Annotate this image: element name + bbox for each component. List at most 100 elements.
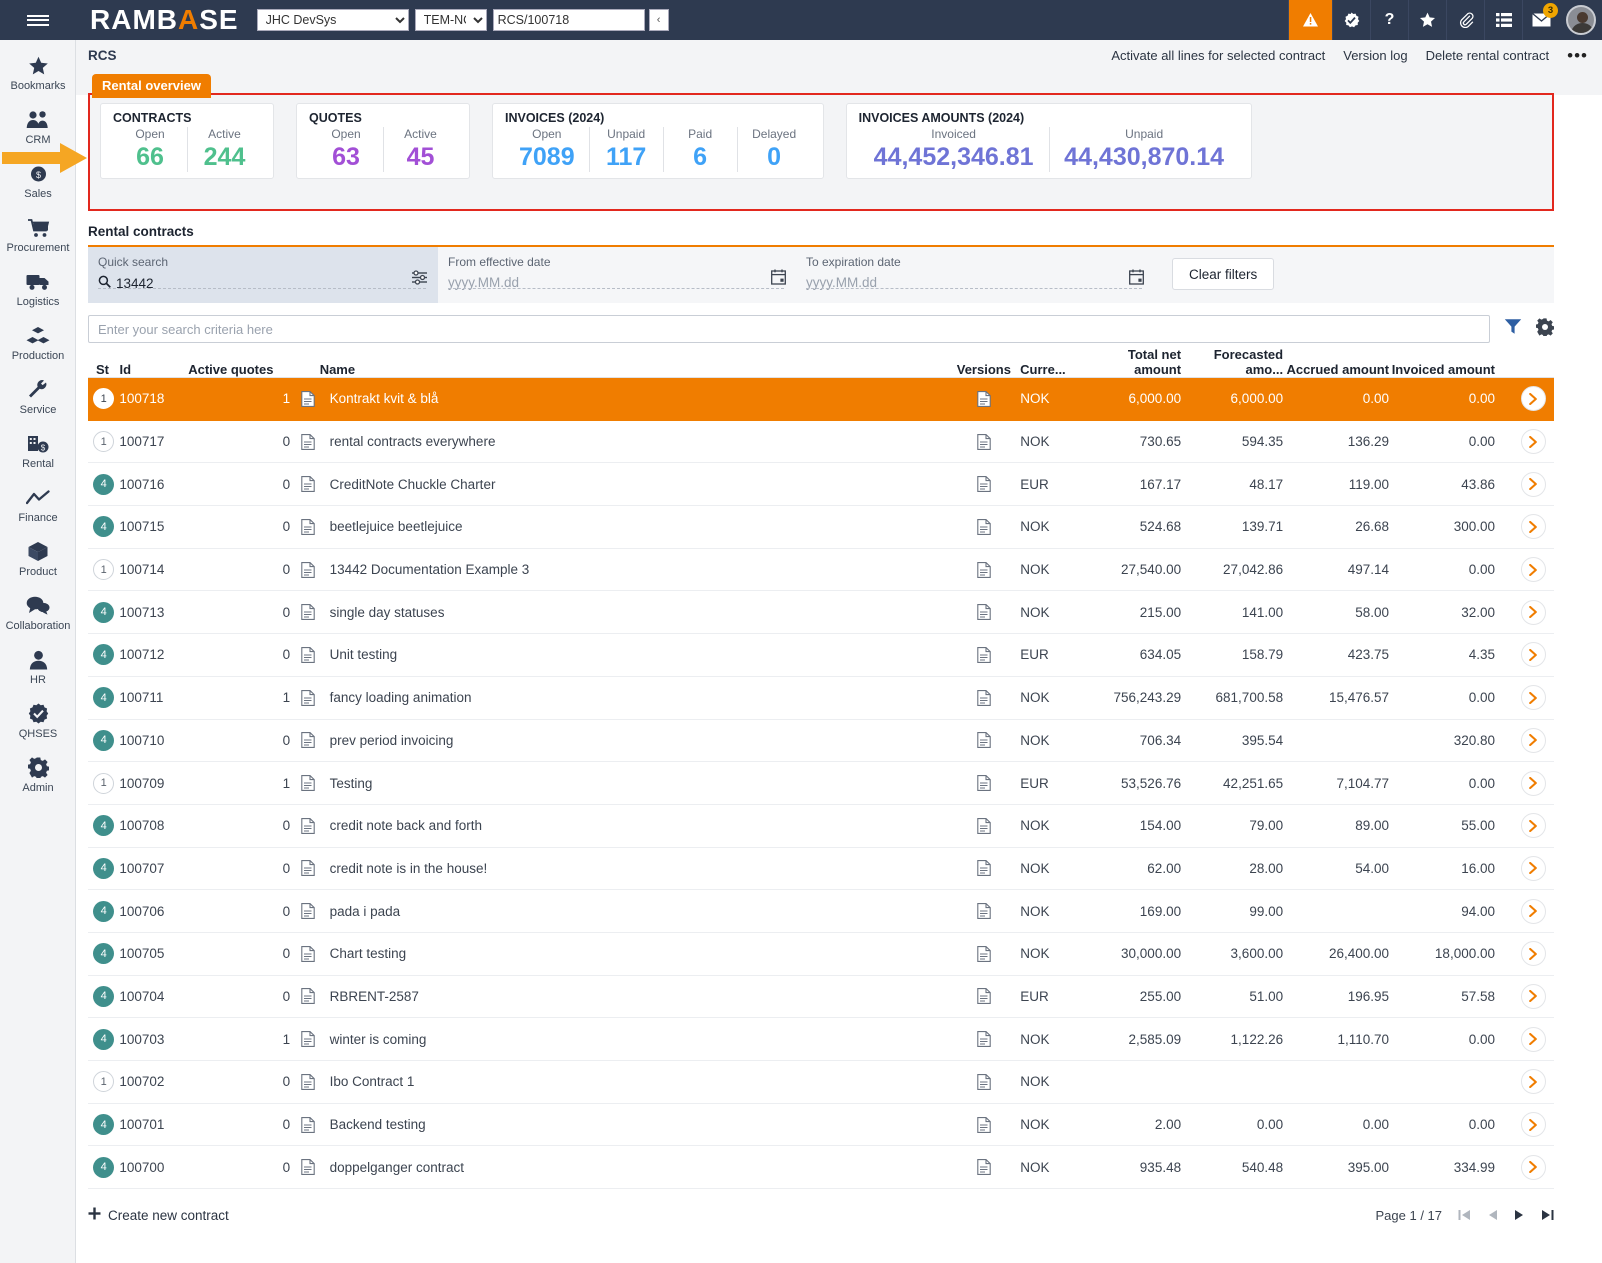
row-name[interactable]: credit note is in the house! <box>320 861 948 876</box>
row-name[interactable]: rental contracts everywhere <box>320 434 948 449</box>
row-id[interactable]: 100716 <box>119 477 188 492</box>
row-name[interactable]: RBRENT-2587 <box>320 989 948 1004</box>
versions-icon[interactable] <box>948 434 1021 450</box>
row-name[interactable]: Chart testing <box>320 946 948 961</box>
more-options-icon[interactable]: ••• <box>1567 52 1588 60</box>
document-icon[interactable] <box>296 903 320 919</box>
row-name[interactable]: 13442 Documentation Example 3 <box>320 562 948 577</box>
open-row-arrow-icon[interactable] <box>1521 429 1546 454</box>
table-row[interactable]: 41007150beetlejuice beetlejuiceNOK524.68… <box>88 506 1554 549</box>
sidebar-item-bookmarks[interactable]: Bookmarks <box>0 46 76 100</box>
open-row-arrow-icon[interactable] <box>1521 984 1546 1009</box>
table-row[interactable]: 11007020Ibo Contract 1NOK <box>88 1061 1554 1104</box>
document-icon[interactable] <box>296 690 320 706</box>
hamburger-menu-icon[interactable] <box>0 0 76 40</box>
versions-icon[interactable] <box>948 690 1021 706</box>
sidebar-item-admin[interactable]: Admin <box>0 748 76 802</box>
versions-icon[interactable] <box>948 988 1021 1004</box>
version-log-link[interactable]: Version log <box>1343 48 1407 63</box>
row-name[interactable]: Testing <box>320 776 948 791</box>
table-row[interactable]: 41007010Backend testingNOK2.000.000.000.… <box>88 1104 1554 1147</box>
calendar-icon[interactable] <box>771 269 786 290</box>
open-row-arrow-icon[interactable] <box>1521 642 1546 667</box>
search-input[interactable] <box>88 315 1490 343</box>
versions-icon[interactable] <box>948 519 1021 535</box>
table-row[interactable]: 41007040RBRENT-2587EUR255.0051.00196.955… <box>88 976 1554 1019</box>
table-row[interactable]: 41007130single day statusesNOK215.00141.… <box>88 591 1554 634</box>
row-id[interactable]: 100707 <box>119 861 188 876</box>
row-id[interactable]: 100704 <box>119 989 188 1004</box>
row-id[interactable]: 100717 <box>119 434 188 449</box>
row-id[interactable]: 100705 <box>119 946 188 961</box>
versions-icon[interactable] <box>948 775 1021 791</box>
open-row-arrow-icon[interactable] <box>1521 1112 1546 1137</box>
kpi-metric-quotes-open[interactable]: Open 63 <box>309 127 383 172</box>
kpi-metric-invoices-paid[interactable]: Paid 6 <box>663 127 737 172</box>
row-id[interactable]: 100700 <box>119 1160 188 1175</box>
sidebar-item-product[interactable]: Product <box>0 532 76 586</box>
sidebar-item-finance[interactable]: Finance <box>0 478 76 532</box>
open-row-arrow-icon[interactable] <box>1521 728 1546 753</box>
versions-icon[interactable] <box>948 860 1021 876</box>
delete-rental-contract-link[interactable]: Delete rental contract <box>1426 48 1550 63</box>
verified-icon[interactable] <box>1332 0 1370 40</box>
table-row[interactable]: 41007050Chart testingNOK30,000.003,600.0… <box>88 933 1554 976</box>
document-icon[interactable] <box>296 1159 320 1175</box>
column-header-invoiced-amount[interactable]: Invoiced amount <box>1389 362 1495 377</box>
document-icon[interactable] <box>296 860 320 876</box>
table-row[interactable]: 41007000doppelganger contractNOK935.4854… <box>88 1146 1554 1189</box>
column-header-id[interactable]: Id <box>120 362 189 377</box>
row-name[interactable]: pada i pada <box>320 904 948 919</box>
document-icon[interactable] <box>296 732 320 748</box>
gear-icon[interactable] <box>1536 318 1554 341</box>
row-name[interactable]: Ibo Contract 1 <box>320 1074 948 1089</box>
kpi-metric-contracts-open[interactable]: Open 66 <box>113 127 187 172</box>
row-id[interactable]: 100712 <box>119 647 188 662</box>
sidebar-item-production[interactable]: Production <box>0 316 76 370</box>
table-row[interactable]: 41007120Unit testingEUR634.05158.79423.7… <box>88 634 1554 677</box>
versions-icon[interactable] <box>948 604 1021 620</box>
document-icon[interactable] <box>296 519 320 535</box>
sidebar-item-procurement[interactable]: Procurement <box>0 208 76 262</box>
row-id[interactable]: 100718 <box>119 391 188 406</box>
open-row-arrow-icon[interactable] <box>1521 557 1546 582</box>
column-header-active-quotes[interactable]: Active quotes <box>188 362 296 377</box>
favorites-star-icon[interactable] <box>1408 0 1446 40</box>
row-name[interactable]: Kontrakt kvit & blå <box>320 391 948 406</box>
sidebar-item-rental[interactable]: $ Rental <box>0 424 76 478</box>
company-select[interactable]: JHC DevSys <box>257 9 409 31</box>
row-name[interactable]: Backend testing <box>320 1117 948 1132</box>
versions-icon[interactable] <box>948 1117 1021 1133</box>
versions-icon[interactable] <box>948 903 1021 919</box>
document-icon[interactable] <box>296 818 320 834</box>
previous-page-icon[interactable] <box>1487 1209 1498 1221</box>
sliders-icon[interactable] <box>411 269 428 291</box>
row-id[interactable]: 100714 <box>119 562 188 577</box>
alert-icon[interactable] <box>1288 0 1332 40</box>
first-page-icon[interactable] <box>1458 1209 1471 1221</box>
document-icon[interactable] <box>296 476 320 492</box>
row-id[interactable]: 100715 <box>119 519 188 534</box>
open-row-arrow-icon[interactable] <box>1521 1155 1546 1180</box>
next-page-icon[interactable] <box>1514 1209 1525 1221</box>
table-row[interactable]: 41007100prev period invoicingNOK706.3439… <box>88 720 1554 763</box>
sidebar-item-collaboration[interactable]: Collaboration <box>0 586 76 640</box>
filter-icon[interactable] <box>1504 318 1522 340</box>
open-row-arrow-icon[interactable] <box>1521 899 1546 924</box>
column-header-total-net-amount[interactable]: Total net amount <box>1079 347 1181 377</box>
open-row-arrow-icon[interactable] <box>1521 472 1546 497</box>
open-row-arrow-icon[interactable] <box>1521 941 1546 966</box>
row-id[interactable]: 100708 <box>119 818 188 833</box>
column-header-st[interactable]: St <box>88 362 120 377</box>
row-id[interactable]: 100709 <box>119 776 188 791</box>
row-name[interactable]: single day statuses <box>320 605 948 620</box>
row-id[interactable]: 100713 <box>119 605 188 620</box>
open-row-arrow-icon[interactable] <box>1521 514 1546 539</box>
row-id[interactable]: 100710 <box>119 733 188 748</box>
versions-icon[interactable] <box>948 476 1021 492</box>
versions-icon[interactable] <box>948 647 1021 663</box>
open-row-arrow-icon[interactable] <box>1521 1027 1546 1052</box>
document-icon[interactable] <box>296 775 320 791</box>
table-row[interactable]: 11007170rental contracts everywhereNOK73… <box>88 421 1554 464</box>
sidebar-item-service[interactable]: Service <box>0 370 76 424</box>
